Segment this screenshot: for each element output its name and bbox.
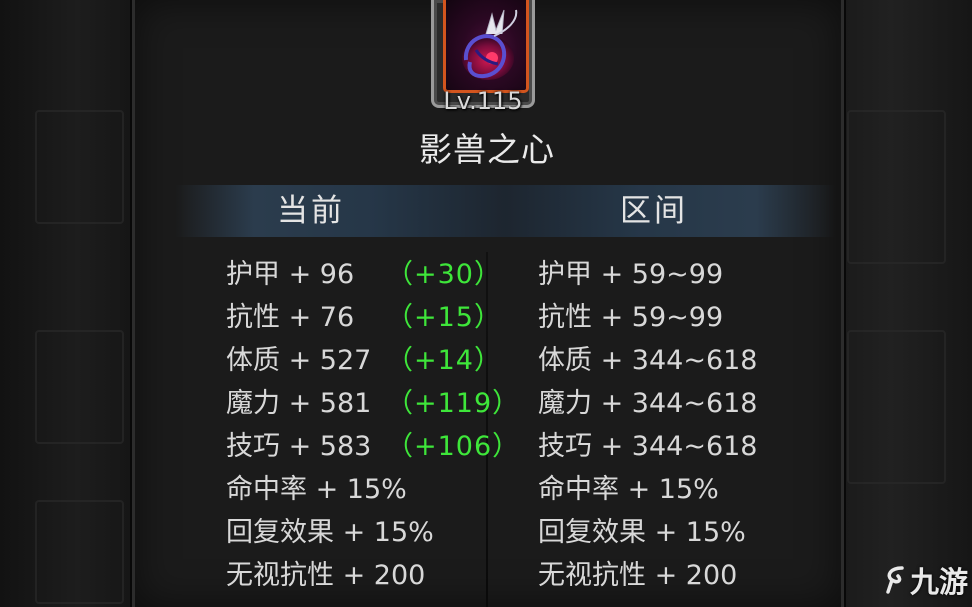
stat-label: 命中率 + 15% bbox=[226, 474, 407, 505]
stat-row-resistance: 抗性 + 76 （+15） bbox=[226, 296, 501, 339]
stat-bonus: （+30） bbox=[386, 259, 502, 290]
stat-row-recovery: 回复效果 + 15% bbox=[226, 511, 434, 554]
stat-row-ignore-resistance: 无视抗性 + 200 bbox=[226, 554, 434, 597]
watermark: 九游 bbox=[884, 562, 968, 604]
stat-bonus: （+15） bbox=[386, 302, 502, 333]
background-frame bbox=[35, 330, 124, 444]
dark-beast-heart-icon bbox=[443, 0, 529, 93]
range-row-ignore-resistance: 无视抗性 + 200 bbox=[538, 560, 738, 591]
range-row-magic: 魔力 + 344~618 bbox=[538, 388, 758, 419]
background-frame bbox=[35, 110, 124, 224]
background-frame bbox=[35, 500, 124, 604]
stat-row-constitution: 体质 + 527 （+14） bbox=[226, 339, 501, 382]
background-left bbox=[0, 0, 130, 607]
range-row-recovery: 回复效果 + 15% bbox=[538, 517, 746, 548]
stat-row-skill: 技巧 + 583 （+106） bbox=[226, 425, 519, 468]
stat-bonus: （+106） bbox=[386, 431, 521, 462]
range-row-resistance: 抗性 + 59~99 bbox=[538, 302, 724, 333]
stat-bonus: （+14） bbox=[386, 345, 502, 376]
stat-row-magic: 魔力 + 581 （+119） bbox=[226, 382, 519, 425]
range-row-skill: 技巧 + 344~618 bbox=[538, 431, 758, 462]
range-stats-list: 护甲 + 59~99 抗性 + 59~99 体质 + 344~618 魔力 + … bbox=[538, 253, 757, 597]
stat-label: 无视抗性 + 200 bbox=[226, 560, 426, 591]
range-row-hit-rate: 命中率 + 15% bbox=[538, 474, 719, 505]
range-row-armor: 护甲 + 59~99 bbox=[538, 259, 724, 290]
stat-label: 魔力 + 581 bbox=[226, 388, 372, 419]
stats-header-band bbox=[175, 185, 835, 237]
stat-label: 技巧 + 583 bbox=[226, 431, 372, 462]
range-row-constitution: 体质 + 344~618 bbox=[538, 345, 758, 376]
current-column-header: 当前 bbox=[277, 193, 345, 229]
stat-row-armor: 护甲 + 96 （+30） bbox=[226, 253, 501, 296]
item-name: 影兽之心 bbox=[419, 130, 555, 169]
current-stats-list: 护甲 + 96 （+30） 抗性 + 76 （+15） 体质 + 527 （+1… bbox=[226, 253, 519, 597]
range-column-header: 区间 bbox=[620, 193, 688, 229]
background-right bbox=[837, 0, 972, 607]
swirl-logo-icon bbox=[884, 564, 908, 604]
stat-label: 抗性 + 76 bbox=[226, 302, 355, 333]
item-level: Lv.115 bbox=[443, 87, 523, 115]
stat-label: 回复效果 + 15% bbox=[226, 517, 434, 548]
stat-label: 护甲 + 96 bbox=[226, 259, 355, 290]
background-frame bbox=[847, 330, 946, 484]
stat-row-hit-rate: 命中率 + 15% bbox=[226, 468, 434, 511]
watermark-text: 九游 bbox=[910, 565, 969, 599]
background-frame bbox=[847, 110, 946, 264]
stat-label: 体质 + 527 bbox=[226, 345, 372, 376]
stat-bonus: （+119） bbox=[386, 388, 521, 419]
